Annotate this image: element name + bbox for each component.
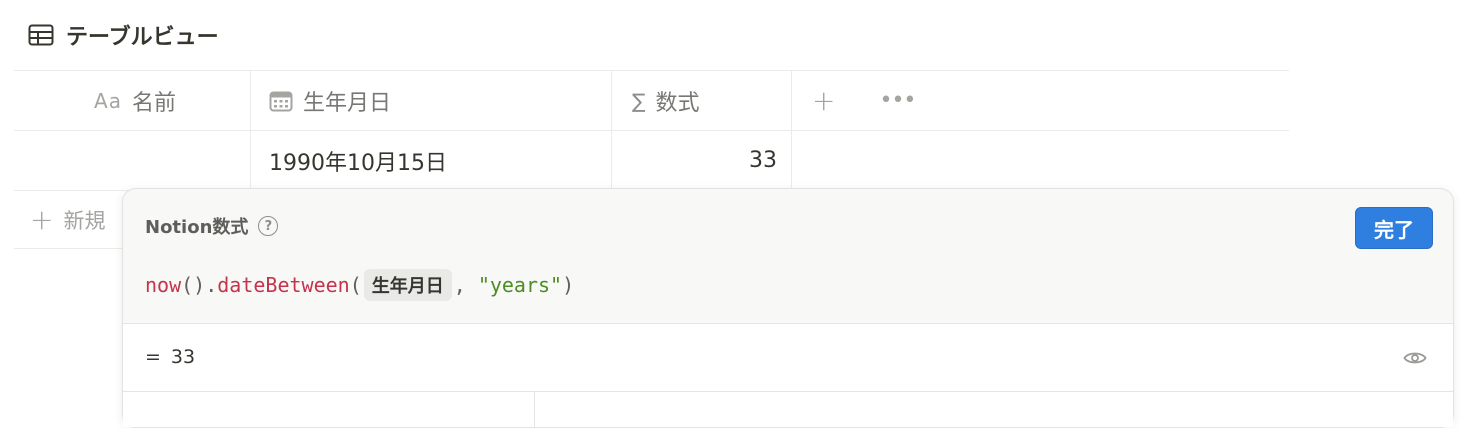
formula-editor-header: Notion数式 ? [145,213,279,239]
column-actions: + ••• [792,71,992,130]
column-header-label: 生年月日 [303,90,392,116]
formula-result-bar: = 33 [123,323,1453,392]
help-icon[interactable]: ? [258,216,279,236]
column-header-name[interactable]: Aa 名前 [14,71,251,130]
view-title-label: テーブルビュー [66,25,219,50]
formula-result: = 33 [145,346,195,368]
calendar-icon [269,91,293,111]
column-header-birthday[interactable]: 生年月日 [251,71,612,130]
cell-formula[interactable]: 33 [612,131,792,190]
pane-divider [534,392,535,427]
formula-editor-popup: Notion数式 ? 完了 now () . dateBetween ( 生年月… [122,188,1454,428]
new-row-label: 新規 [63,208,106,233]
done-button[interactable]: 完了 [1355,207,1433,249]
eye-icon[interactable] [1403,350,1427,366]
formula-property-chip[interactable]: 生年月日 [363,269,452,301]
formula-token-punctuation: . [205,273,218,297]
formula-property-icon: ∑ [632,88,646,113]
table-header-row: Aa 名前 生年月日 ∑ 数式 + ••• [14,70,1289,130]
table-icon [28,24,54,46]
column-header-label: 名前 [131,90,176,116]
cell-name[interactable] [14,131,251,190]
text-property-icon: Aa [94,88,122,113]
result-equals: = [145,346,161,368]
formula-editor-title: Notion数式 [145,217,249,238]
formula-token-function: now [145,273,182,297]
cell-birthday[interactable]: 1990年10月15日 [251,131,612,190]
new-row-button[interactable]: + 新規 [14,191,105,248]
view-title[interactable]: テーブルビュー [28,18,219,52]
more-options-button[interactable]: ••• [879,88,916,113]
add-column-button[interactable]: + [812,84,835,117]
formula-token-punctuation: , [453,273,466,297]
formula-input[interactable]: now () . dateBetween ( 生年月日 , "years" ) [145,269,574,301]
formula-token-punctuation: ( [349,273,362,297]
column-header-formula[interactable]: ∑ 数式 [612,71,792,130]
formula-reference-pane [123,391,1453,427]
formula-token-punctuation: () [181,273,206,297]
formula-token-string: "years" [477,273,563,297]
result-value: 33 [170,346,196,368]
column-header-label: 数式 [655,90,700,116]
formula-token-punctuation: ) [562,273,575,297]
table-row[interactable]: 1990年10月15日 33 [14,130,1289,190]
plus-icon: + [30,203,54,236]
formula-token-function: dateBetween [217,273,350,297]
